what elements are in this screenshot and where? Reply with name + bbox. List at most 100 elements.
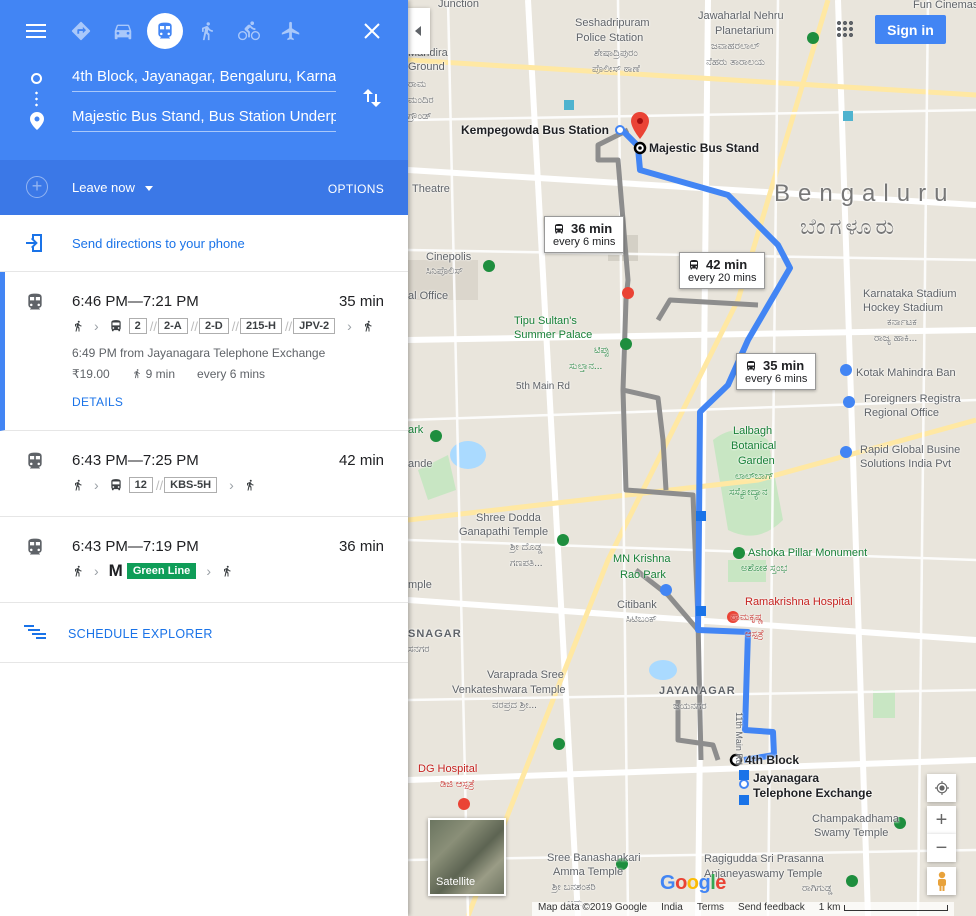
origin-dot-icon — [31, 73, 42, 84]
map-label: ಗಣಪತಿ... — [510, 558, 543, 569]
walk-icon — [75, 565, 82, 577]
map-label: Rapid Global Busine — [860, 444, 961, 456]
destination-input[interactable] — [72, 106, 336, 132]
add-destination-icon[interactable]: + — [26, 176, 48, 198]
map-label: ಲಾಲ್‌ಬಾಗ್ — [735, 471, 774, 482]
map-label: Seshadripuram — [575, 17, 650, 29]
origin-input[interactable] — [72, 66, 336, 92]
swap-icon[interactable] — [358, 84, 386, 112]
scale-bar-line — [844, 905, 949, 911]
satellite-label: Satellite — [436, 876, 476, 888]
street-view-pegman-icon[interactable] — [927, 867, 956, 895]
map-data-attribution: Map data ©2019 Google — [538, 902, 648, 913]
map-label: Lalbagh — [733, 425, 773, 437]
route-option-2[interactable]: 6:43 PM—7:25 PM 42 min › 12 // KBS-5H › — [0, 431, 408, 517]
map-label: Junction — [438, 0, 479, 10]
flights-icon[interactable] — [273, 13, 309, 49]
chevron-right-icon: › — [206, 563, 211, 579]
map-label: Majestic Bus Stand — [649, 141, 760, 155]
route-times: 6:43 PM—7:25 PM — [72, 452, 199, 469]
map-canvas[interactable]: Junction Seshadripuram Police Station ಶೇ… — [408, 0, 976, 916]
map-label: ರಾಗಿಗುಡ್ಡ — [802, 883, 833, 894]
cycling-icon[interactable] — [231, 13, 267, 49]
map-label: ark — [408, 424, 424, 436]
bus-badge: KBS-5H — [164, 477, 218, 493]
my-location-icon — [934, 781, 949, 795]
walk-icon — [364, 320, 372, 332]
my-location-button[interactable] — [927, 774, 956, 802]
map-label: Summer Palace — [514, 329, 593, 341]
map-label: Kempegowda Bus Station — [461, 123, 610, 137]
map-label: 4th Block — [745, 753, 800, 767]
fare: ₹19.00 — [72, 367, 110, 381]
route-bubble[interactable]: 42 min every 20 mins — [679, 252, 766, 289]
map-label: mple — [408, 579, 432, 591]
map-label: Kotak Mahindra Ban — [856, 367, 956, 379]
map-label: Karnataka Stadium — [863, 288, 957, 300]
sign-in-button[interactable]: Sign in — [875, 15, 946, 44]
bus-icon — [747, 360, 755, 370]
schedule-explorer-button[interactable]: SCHEDULE EXPLORER — [0, 603, 408, 663]
zoom-in-button[interactable]: + — [927, 806, 956, 834]
walk-icon — [75, 320, 82, 332]
map-label: Jayanagara — [753, 771, 820, 785]
map-label: ರಾಜ್ಯ ಹಾಕಿ... — [874, 333, 918, 344]
zoom-out-button[interactable]: − — [927, 834, 956, 862]
transit-icon[interactable] — [147, 13, 183, 49]
collapse-panel-button[interactable] — [408, 8, 430, 54]
google-logo: Google — [660, 872, 726, 894]
map-label: ರಾಮ — [408, 79, 427, 90]
map-label: Sree Banashankari — [547, 852, 641, 864]
map-label: Ashoka Pillar Monument — [748, 547, 868, 559]
route-bubble-selected[interactable]: 35 min every 6 mins — [736, 353, 817, 390]
map-label: ವರಪ್ರದ ಶ್ರೀ... — [492, 700, 537, 711]
send-directions-button[interactable]: Send directions to your phone — [0, 215, 408, 272]
map-label: ಅಶೋಕ ಸ್ತಂಭ — [741, 563, 788, 574]
driving-icon[interactable] — [105, 13, 141, 49]
route-option-1[interactable]: 6:46 PM—7:21 PM 35 min › 2 // 2-A // 2-D… — [0, 272, 408, 431]
details-button[interactable]: DETAILS — [72, 395, 123, 409]
menu-icon[interactable] — [20, 15, 52, 47]
chevron-right-icon: › — [229, 477, 234, 493]
route-duration: 35 min — [338, 293, 384, 310]
terms-link[interactable]: Terms — [697, 902, 724, 916]
bus-badge: 2-D — [199, 318, 229, 334]
map-label: ಜವಾಹರಲಾಲ್ — [711, 41, 760, 52]
directions-header — [0, 0, 408, 160]
map-label: ande — [408, 458, 433, 470]
region-link[interactable]: India — [661, 902, 683, 916]
best-route-icon[interactable] — [63, 13, 99, 49]
walking-icon[interactable] — [189, 13, 225, 49]
transit-icon — [25, 537, 45, 562]
map-label: ಸಸ್ಯೋದ್ಯಾನ — [729, 487, 768, 498]
caret-down-icon — [144, 186, 153, 191]
close-icon[interactable] — [356, 15, 388, 47]
scale-bar[interactable]: 1 km — [819, 902, 949, 916]
map-label: ಮಂದಿರ — [408, 95, 434, 106]
send-directions-label: Send directions to your phone — [72, 236, 245, 251]
route-steps: › M Green Line › — [72, 561, 233, 581]
map-label: ಪೊಲೀಸ್ ಠಾಣೆ — [592, 64, 640, 75]
apps-grid-icon[interactable] — [836, 20, 854, 38]
route-bubble[interactable]: 36 min every 6 mins — [544, 216, 625, 253]
leave-now-label: Leave now — [72, 180, 135, 195]
map-label: ರಾಮಕೃಷ್ಣ — [731, 612, 764, 623]
route-option-3[interactable]: 6:43 PM—7:19 PM 36 min › M Green Line › — [0, 517, 408, 603]
leave-now-dropdown[interactable]: Leave now — [72, 180, 153, 195]
options-button[interactable]: OPTIONS — [328, 182, 384, 196]
map-label: Venkateshwara Temple — [452, 684, 566, 696]
map-label: Varaprada Sree — [487, 669, 564, 681]
satellite-toggle[interactable]: Satellite — [428, 818, 506, 896]
map-label: Planetarium — [715, 25, 774, 37]
map-label: Cinepolis — [426, 251, 472, 263]
map-label: ಶ್ರೀ ದೊಡ್ಡ — [510, 542, 543, 553]
bus-icon — [111, 320, 121, 332]
map-label: Citibank — [617, 599, 657, 611]
map-label: Theatre — [412, 183, 450, 195]
map-label: ಆಸ್ಪತ್ರೆ — [745, 629, 764, 640]
bus-icon — [555, 223, 563, 233]
map-label: Regional Office — [864, 407, 940, 419]
walk-icon — [75, 479, 82, 491]
send-feedback-link[interactable]: Send feedback — [738, 902, 805, 916]
map-label: Rao Park — [620, 569, 666, 581]
